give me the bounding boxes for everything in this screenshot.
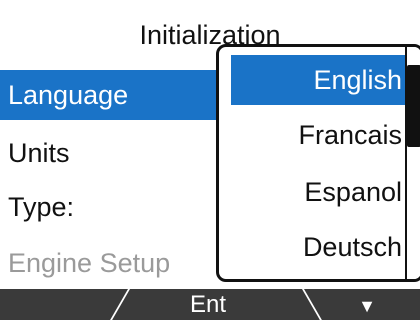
softkey-down[interactable]: ▼ [314,289,420,320]
language-option-espanol[interactable]: Espanol [231,167,408,217]
softkey-enter[interactable]: Ent [152,289,264,320]
dropdown-scrollbar[interactable] [405,47,420,279]
menu-item-units[interactable]: Units [0,128,220,178]
language-option-english[interactable]: English [231,55,408,105]
down-arrow-icon: ▼ [358,296,376,316]
language-option-francais[interactable]: Francais [231,110,408,160]
language-dropdown: English Francais Espanol Deutsch [216,44,420,282]
language-option-deutsch[interactable]: Deutsch [231,222,408,272]
scrollbar-thumb[interactable] [407,65,420,147]
menu-item-engine-setup: Engine Setup [8,248,171,278]
device-screen: Initialization Language Units Type: Engi… [0,0,420,320]
menu-item-type[interactable]: Type: [0,182,220,232]
softkey-bar: Ent ▼ [0,289,420,320]
menu-item-language[interactable]: Language [0,70,220,120]
softkey-left[interactable] [0,289,128,320]
